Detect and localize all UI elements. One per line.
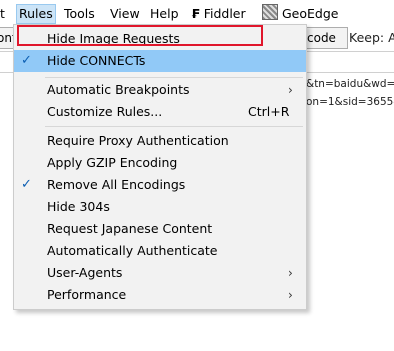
menu-item-label: User-Agents [47,265,123,280]
chevron-right-icon: › [288,288,293,302]
menu-tools[interactable]: Tools [64,4,95,24]
menu-geoedge-label: GeoEdge [282,6,339,21]
menu-fiddler[interactable]: ₣ Fiddler [191,4,246,24]
menu-separator [45,126,303,127]
screenshot: { "menubar": { "items": [ {"label": "t"}… [0,0,394,351]
menu-item-shortcut: Ctrl+R [248,104,290,119]
menu-item-apply-gzip-encoding[interactable]: Apply GZIP Encoding [14,152,306,174]
menu-item-label: Remove All Encodings [47,177,186,192]
menu-item-label: Performance [47,287,127,302]
fiddler-icon: ₣ [191,6,200,21]
menu-item-automatically-authenticate[interactable]: Automatically Authenticate [14,240,306,262]
menu-item-customize-rules[interactable]: Customize Rules... Ctrl+R [14,101,306,123]
menu-item-hide-connects[interactable]: ✓ Hide CONNECTs [14,50,306,72]
menu-item-require-proxy-authentication[interactable]: Require Proxy Authentication [14,130,306,152]
menu-item-label: Hide 304s [47,199,110,214]
menu-item-partial[interactable]: t [0,4,5,24]
checkmark-icon: ✓ [21,53,32,68]
checkmark-icon: ✓ [21,177,32,192]
session-url-fragment-1: &tn=baidu&wd=ht [306,78,394,90]
menu-fiddler-label: Fiddler [203,6,246,21]
chevron-right-icon: › [288,83,293,97]
geoedge-icon [262,4,278,20]
decode-button[interactable]: code [302,27,348,49]
menu-separator [45,77,303,78]
menu-item-label: Hide CONNECTs [47,53,146,68]
menu-item-performance[interactable]: Performance › [14,284,306,306]
annotation-highlight-box [17,25,263,46]
menu-item-request-japanese-content[interactable]: Request Japanese Content [14,218,306,240]
session-url-fragment-2: on=1&sid=36554_ [306,96,394,108]
menu-item-label: Apply GZIP Encoding [47,155,178,170]
menu-item-user-agents[interactable]: User-Agents › [14,262,306,284]
menu-item-label: Automatically Authenticate [47,243,218,258]
menu-bar: t Rules Tools View Help ₣ Fiddler GeoEdge [0,4,394,24]
menu-item-label: Request Japanese Content [47,221,213,236]
menu-item-label: Automatic Breakpoints [47,82,190,97]
keep-dropdown[interactable]: Keep: A [349,30,394,45]
menu-item-label: Customize Rules... [47,104,163,119]
menu-item-hide-304s[interactable]: Hide 304s [14,196,306,218]
menu-help[interactable]: Help [150,4,179,24]
menu-item-label: Require Proxy Authentication [47,133,229,148]
menu-geoedge[interactable]: GeoEdge [262,4,338,24]
rules-dropdown-menu: Hide Image Requests ✓ Hide CONNECTs Auto… [13,24,307,310]
menu-rules[interactable]: Rules [16,4,56,24]
menu-item-remove-all-encodings[interactable]: ✓ Remove All Encodings [14,174,306,196]
menu-item-automatic-breakpoints[interactable]: Automatic Breakpoints › [14,79,306,101]
chevron-right-icon: › [288,266,293,280]
menu-view[interactable]: View [110,4,140,24]
